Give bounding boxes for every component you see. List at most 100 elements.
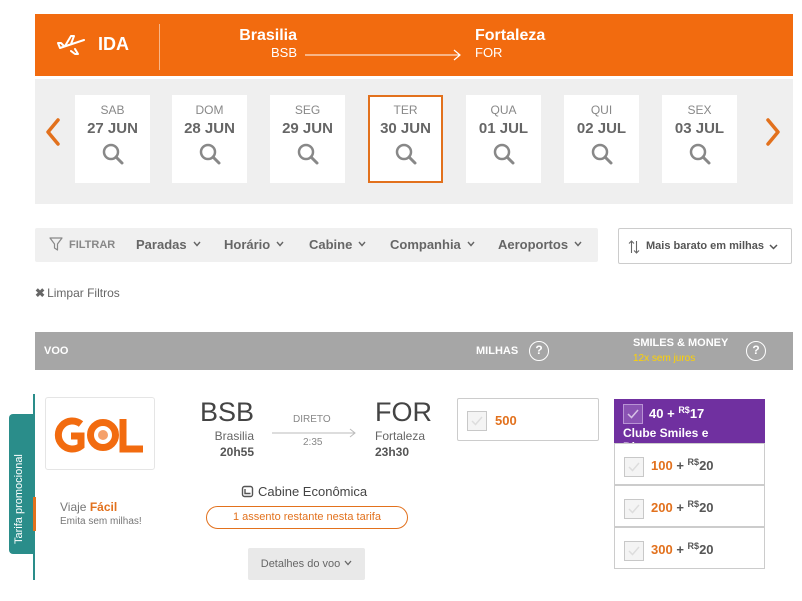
seats-remaining-badge: 1 assento restante nesta tarifa: [206, 506, 408, 529]
date-dow: SEX: [687, 103, 712, 117]
route-origin: Brasilia BSB: [235, 27, 297, 60]
sm-plus: +: [667, 406, 675, 421]
date-dow: DOM: [195, 103, 224, 117]
sm-currency: R$: [687, 499, 700, 509]
filter-horario-dropdown[interactable]: Horário: [224, 237, 284, 252]
sm-plus: +: [676, 500, 684, 515]
close-icon: ✖: [35, 286, 46, 300]
chevron-right-icon[interactable]: [763, 115, 783, 149]
smiles-money-value: 300 + R$20: [651, 541, 714, 557]
viaje-facil-label: Viaje Fácil: [60, 500, 117, 514]
search-icon: [199, 143, 220, 165]
date-card-01-jul[interactable]: QUA 01 JUL: [466, 95, 541, 183]
check-icon: [628, 504, 640, 514]
help-icon[interactable]: ?: [529, 341, 549, 361]
stops-label: DIRETO: [293, 414, 331, 425]
flight-details-button[interactable]: Detalhes do voo: [248, 548, 365, 580]
filter-paradas-dropdown[interactable]: Paradas: [136, 237, 201, 252]
filter-horario-label: Horário: [224, 237, 271, 252]
date-dow: QUI: [590, 103, 613, 117]
sm-miles: 40: [649, 406, 664, 421]
clear-filters-label: Limpar Filtros: [47, 286, 120, 300]
column-miles: MILHAS: [476, 345, 519, 357]
sort-arrows-icon: [628, 240, 640, 254]
smiles-money-value: 100 + R$20: [651, 457, 714, 473]
sm-currency: R$: [687, 541, 700, 551]
gol-logo: [54, 417, 143, 453]
sm-miles: 100: [651, 458, 673, 473]
flight-duration: 2:35: [303, 437, 323, 448]
date-day-month: 27 JUN: [87, 120, 138, 137]
help-icon[interactable]: ?: [746, 341, 766, 361]
viaje-facil-accent: [33, 497, 36, 531]
departure-code: BSB: [199, 397, 254, 427]
date-dow: SEG: [294, 103, 321, 117]
smiles-money-value: 200 + R$20: [651, 499, 714, 515]
route-destination: Fortaleza FOR: [475, 27, 545, 60]
smiles-money-featured-option[interactable]: 40 + R$17 Clube Smiles e Diamante: [614, 399, 765, 454]
date-card-02-jul[interactable]: QUI 02 JUL: [564, 95, 639, 183]
check-icon: [471, 416, 483, 426]
chevron-down-icon: [193, 241, 201, 247]
check-icon: [628, 546, 640, 556]
route-header: IDA Brasilia BSB Fortaleza FOR: [35, 14, 793, 76]
date-day-month: 30 JUN: [380, 120, 431, 137]
date-card-29-jun[interactable]: SEG 29 JUN: [270, 95, 345, 183]
filter-aeroportos-dropdown[interactable]: Aeroportos: [498, 237, 582, 252]
clear-filters-link[interactable]: ✖ Limpar Filtros: [35, 286, 120, 300]
chevron-left-icon[interactable]: [43, 115, 63, 149]
date-card-28-jun[interactable]: DOM 28 JUN: [172, 95, 247, 183]
sm-plus: +: [676, 542, 684, 557]
filter-companhia-label: Companhia: [390, 237, 461, 252]
cabin-class: Cabine Econômica: [241, 484, 367, 499]
sort-dropdown[interactable]: Mais barato em milhas: [618, 228, 792, 264]
smiles-money-checkbox[interactable]: [624, 457, 644, 477]
smiles-money-checkbox[interactable]: [624, 499, 644, 519]
smiles-money-option[interactable]: 100 + R$20: [614, 443, 765, 485]
smiles-money-checkbox[interactable]: [623, 404, 643, 424]
date-card-30-jun-selected[interactable]: TER 30 JUN: [368, 95, 443, 183]
arrival-time: 23h30: [375, 445, 410, 459]
date-dow: QUA: [490, 103, 517, 117]
date-day-month: 03 JUL: [674, 120, 725, 137]
smiles-money-value: 40 + R$17: [649, 405, 704, 421]
promo-fare-tab: Tarifa promocional: [9, 414, 33, 554]
seat-icon: [241, 485, 254, 498]
date-card-03-jul[interactable]: SEX 03 JUL: [662, 95, 737, 183]
plane-icon: [57, 35, 85, 55]
filter-button[interactable]: FILTRAR: [49, 237, 115, 251]
search-icon: [493, 143, 514, 165]
smiles-money-checkbox[interactable]: [624, 541, 644, 561]
miles-checkbox[interactable]: [467, 411, 487, 431]
filter-companhia-dropdown[interactable]: Companhia: [390, 237, 475, 252]
filter-paradas-label: Paradas: [136, 237, 187, 252]
header-divider: [159, 24, 160, 70]
search-icon: [395, 143, 416, 165]
miles-fare-option[interactable]: 500: [457, 398, 599, 441]
chevron-down-icon: [467, 241, 475, 247]
destination-city: Fortaleza: [475, 27, 546, 44]
smiles-money-option[interactable]: 200 + R$20: [614, 485, 765, 527]
sort-label: Mais barato em milhas: [646, 240, 764, 252]
viaje-prefix: Viaje: [60, 500, 90, 514]
row-accent-line: [33, 394, 35, 580]
search-icon: [689, 143, 710, 165]
origin-code: BSB: [270, 45, 297, 60]
chevron-down-icon: [344, 560, 352, 566]
column-flight: VOO: [44, 345, 69, 357]
date-card-27-jun[interactable]: SAB 27 JUN: [75, 95, 150, 183]
chevron-down-icon: [358, 241, 366, 247]
date-day-month: 02 JUL: [576, 120, 627, 137]
search-icon: [102, 143, 123, 165]
sm-currency: R$: [687, 457, 700, 467]
filter-cabine-dropdown[interactable]: Cabine: [309, 237, 366, 252]
direction-label: IDA: [98, 34, 129, 54]
airline-logo: [45, 397, 155, 470]
smiles-money-option[interactable]: 300 + R$20: [614, 527, 765, 569]
date-day-month: 29 JUN: [282, 120, 333, 137]
funnel-icon: [49, 237, 63, 251]
sm-currency: R$: [678, 405, 690, 415]
results-table-header: VOO MILHAS ? SMILES & MONEY 12x sem juro…: [35, 332, 793, 370]
date-day-month: 28 JUN: [184, 120, 235, 137]
sm-cash: 20: [699, 458, 714, 473]
